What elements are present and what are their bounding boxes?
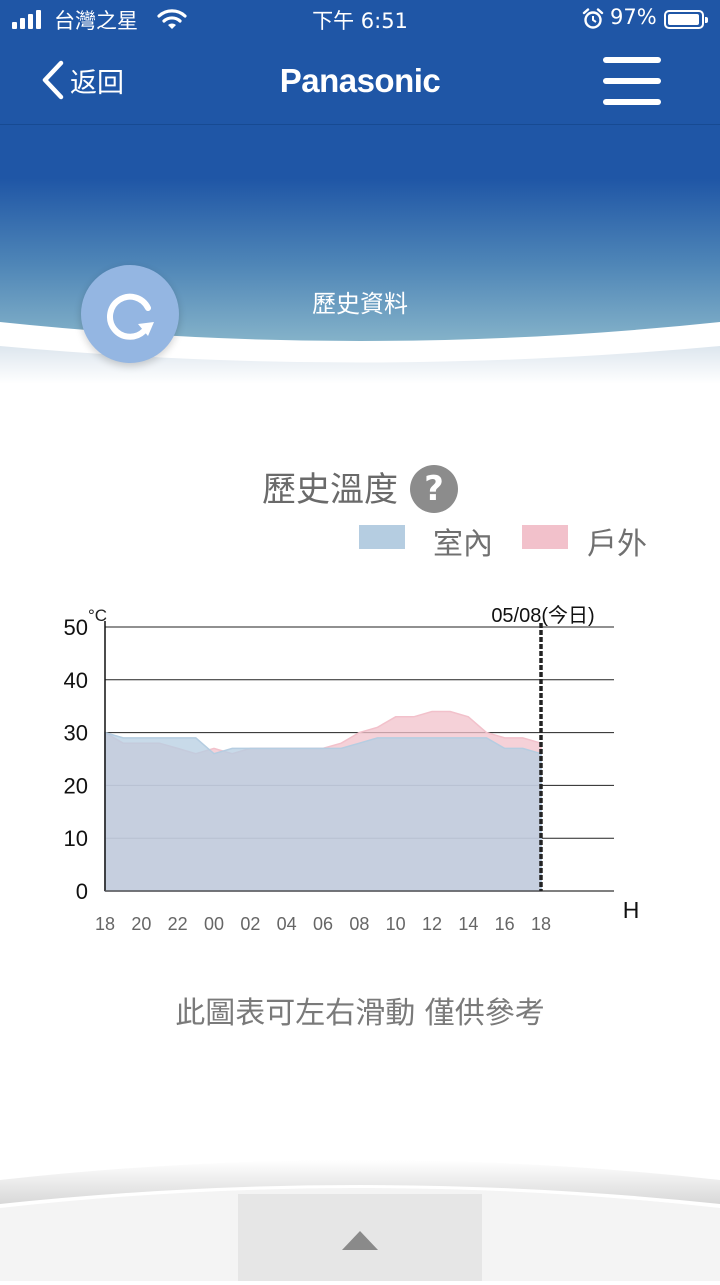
legend-label-outdoor: 戶外	[587, 527, 647, 562]
x-tick-label: 20	[131, 914, 151, 934]
refresh-icon	[107, 293, 154, 340]
x-tick-label: 04	[277, 914, 297, 934]
expand-drawer-button[interactable]	[238, 1194, 482, 1281]
y-tick-label: 10	[64, 826, 88, 851]
legend-swatch-indoor	[359, 525, 405, 549]
x-tick-label: 18	[531, 914, 551, 934]
y-tick-label: 50	[64, 615, 88, 640]
battery-percent: 97%	[610, 5, 657, 29]
alarm-icon	[582, 8, 604, 29]
chart-heading: 歷史溫度?	[0, 462, 720, 516]
x-tick-label: 02	[240, 914, 260, 934]
chart-footnote: 此圖表可左右滑動 僅供參考	[175, 996, 545, 1031]
y-tick-label: 20	[64, 773, 88, 798]
x-tick-label: 00	[204, 914, 224, 934]
status-bar: 台灣之星 下午 6:51 97%	[0, 0, 720, 40]
chart-title: 歷史溫度	[262, 470, 398, 510]
x-tick-label: 18	[95, 914, 115, 934]
menu-button[interactable]	[603, 57, 661, 105]
x-tick-label: 14	[458, 914, 478, 934]
legend-label-indoor: 室內	[433, 527, 493, 562]
y-tick-label: 40	[64, 668, 88, 693]
refresh-button[interactable]	[81, 265, 179, 363]
date-marker: 05/08(今日)	[491, 604, 594, 627]
temperature-chart[interactable]: °C 05/08(今日) H 50 40 30 20 10 0 18 20 22 00 02 04 0…	[0, 595, 720, 940]
indoor-series-area	[104, 731, 542, 892]
chevron-up-icon	[342, 1231, 378, 1250]
top-bar: 台灣之星 下午 6:51 97% 返回 Panasonic	[0, 0, 720, 124]
x-tick-label: 16	[495, 914, 515, 934]
x-tick-label: 12	[422, 914, 442, 934]
x-tick-label: 08	[349, 914, 369, 934]
y-tick-label: 30	[64, 721, 88, 746]
x-tick-label: 06	[313, 914, 333, 934]
x-tick-label: 10	[386, 914, 406, 934]
help-icon[interactable]: ?	[410, 464, 458, 513]
x-tick-label: 22	[168, 914, 188, 934]
battery-icon	[664, 10, 708, 29]
x-axis-label: H	[623, 897, 640, 923]
y-tick-label: 0	[76, 879, 88, 904]
unit-label: °C	[88, 606, 107, 625]
legend-swatch-outdoor	[522, 525, 568, 549]
